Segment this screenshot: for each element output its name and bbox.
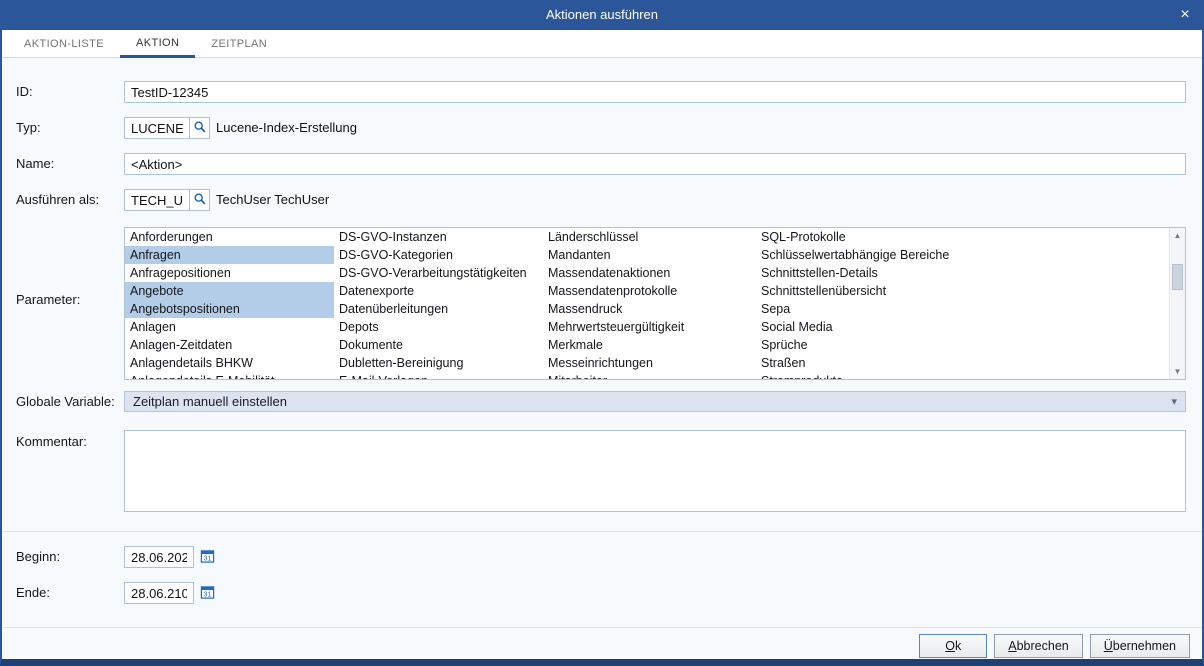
list-item[interactable]: Mandanten bbox=[543, 246, 756, 264]
list-item[interactable]: Dubletten-Bereinigung bbox=[334, 354, 543, 372]
list-item[interactable]: DS-GVO-Instanzen bbox=[334, 228, 543, 246]
list-item[interactable]: E-Mail-Vorlagen bbox=[334, 372, 543, 379]
divider bbox=[2, 627, 1202, 628]
list-item[interactable]: Anforderungen bbox=[125, 228, 334, 246]
svg-text:31: 31 bbox=[204, 591, 212, 598]
end-label: Ende: bbox=[16, 582, 50, 604]
scrollbar[interactable]: ▲ ▼ bbox=[1169, 228, 1185, 379]
run-as-lookup-button[interactable] bbox=[190, 189, 210, 211]
scrollbar-thumb[interactable] bbox=[1172, 264, 1183, 290]
list-item[interactable]: Schlüsselwertabhängige Bereiche bbox=[756, 246, 1169, 264]
run-as-description: TechUser TechUser bbox=[216, 189, 329, 211]
list-item[interactable]: Anlagendetails BHKW bbox=[125, 354, 334, 372]
calendar-icon: 31 bbox=[200, 549, 215, 567]
list-item[interactable]: Länderschlüssel bbox=[543, 228, 756, 246]
global-variable-label: Globale Variable: bbox=[16, 391, 115, 413]
list-item[interactable]: Mitarbeiter bbox=[543, 372, 756, 379]
list-item[interactable]: Merkmale bbox=[543, 336, 756, 354]
list-item[interactable]: Straßen bbox=[756, 354, 1169, 372]
magnifier-icon bbox=[193, 192, 207, 209]
name-label: Name: bbox=[16, 153, 54, 175]
tab-strip: AKTION-LISTE AKTION ZEITPLAN bbox=[2, 30, 1202, 58]
id-label: ID: bbox=[16, 81, 33, 103]
list-item[interactable]: Anlagen bbox=[125, 318, 334, 336]
run-as-label: Ausführen als: bbox=[16, 189, 99, 211]
cancel-button[interactable]: Abbrechen bbox=[994, 634, 1082, 658]
begin-calendar-button[interactable]: 31 bbox=[198, 548, 217, 567]
tab-aktion-liste[interactable]: AKTION-LISTE bbox=[8, 30, 120, 57]
list-item[interactable]: Massendatenaktionen bbox=[543, 264, 756, 282]
typ-description: Lucene-Index-Erstellung bbox=[216, 117, 357, 139]
parameter-list-columns: AnforderungenAnfragenAnfragepositionenAn… bbox=[125, 228, 1169, 379]
list-item[interactable]: DS-GVO-Kategorien bbox=[334, 246, 543, 264]
dialog-window: Aktionen ausführen × AKTION-LISTE AKTION… bbox=[0, 0, 1204, 666]
parameter-list-column: SQL-ProtokolleSchlüsselwertabhängige Ber… bbox=[756, 228, 1169, 379]
divider bbox=[2, 531, 1202, 532]
list-item[interactable]: Datenüberleitungen bbox=[334, 300, 543, 318]
ok-button[interactable]: Ok bbox=[919, 634, 987, 658]
calendar-icon: 31 bbox=[200, 585, 215, 603]
list-item[interactable]: Anfragen bbox=[125, 246, 334, 264]
list-item[interactable]: DS-GVO-Verarbeitungstätigkeiten bbox=[334, 264, 543, 282]
list-item[interactable]: Depots bbox=[334, 318, 543, 336]
list-item[interactable]: Stromprodukte bbox=[756, 372, 1169, 379]
tab-zeitplan[interactable]: ZEITPLAN bbox=[195, 30, 283, 57]
id-input[interactable] bbox=[124, 81, 1186, 103]
list-item[interactable]: Anlagen-Zeitdaten bbox=[125, 336, 334, 354]
parameter-label: Parameter: bbox=[16, 289, 80, 311]
list-item[interactable]: Angebotspositionen bbox=[125, 300, 334, 318]
scroll-down-button[interactable]: ▼ bbox=[1170, 364, 1185, 379]
list-item[interactable]: Sepa bbox=[756, 300, 1169, 318]
run-as-code-input[interactable] bbox=[124, 189, 190, 211]
close-icon: × bbox=[1180, 6, 1189, 24]
list-item[interactable]: Sprüche bbox=[756, 336, 1169, 354]
svg-text:31: 31 bbox=[204, 555, 212, 562]
typ-lookup-button[interactable] bbox=[190, 117, 210, 139]
button-bar: Ok Abbrechen Übernehmen bbox=[919, 634, 1190, 658]
window-title: Aktionen ausführen bbox=[0, 0, 1204, 30]
list-item[interactable]: Messeinrichtungen bbox=[543, 354, 756, 372]
title-bar: Aktionen ausführen × bbox=[0, 0, 1204, 30]
list-item[interactable]: Massendruck bbox=[543, 300, 756, 318]
chevron-down-icon: ▾ bbox=[1171, 395, 1177, 408]
list-item[interactable]: Schnittstellenübersicht bbox=[756, 282, 1169, 300]
list-item[interactable]: SQL-Protokolle bbox=[756, 228, 1169, 246]
list-item[interactable]: Angebote bbox=[125, 282, 334, 300]
tab-aktion[interactable]: AKTION bbox=[120, 30, 195, 58]
scroll-up-button[interactable]: ▲ bbox=[1170, 228, 1185, 243]
global-variable-value: Zeitplan manuell einstellen bbox=[133, 394, 287, 409]
list-item[interactable]: Anlagendetails E-Mobilität bbox=[125, 372, 334, 379]
list-item[interactable]: Massendatenprotokolle bbox=[543, 282, 756, 300]
typ-code-input[interactable] bbox=[124, 117, 190, 139]
list-item[interactable]: Dokumente bbox=[334, 336, 543, 354]
parameter-list-column: LänderschlüsselMandantenMassendatenaktio… bbox=[543, 228, 756, 379]
parameter-list-column: DS-GVO-InstanzenDS-GVO-KategorienDS-GVO-… bbox=[334, 228, 543, 379]
typ-label: Typ: bbox=[16, 117, 41, 139]
end-date-input[interactable] bbox=[124, 582, 194, 604]
list-item[interactable]: Mehrwertsteuergültigkeit bbox=[543, 318, 756, 336]
comment-textarea[interactable] bbox=[124, 430, 1186, 512]
apply-button[interactable]: Übernehmen bbox=[1090, 634, 1190, 658]
magnifier-icon bbox=[193, 120, 207, 137]
parameter-list: AnforderungenAnfragenAnfragepositionenAn… bbox=[124, 227, 1186, 380]
list-item[interactable]: Schnittstellen-Details bbox=[756, 264, 1169, 282]
list-item[interactable]: Anfragepositionen bbox=[125, 264, 334, 282]
list-item[interactable]: Social Media bbox=[756, 318, 1169, 336]
end-calendar-button[interactable]: 31 bbox=[198, 584, 217, 603]
parameter-list-column: AnforderungenAnfragenAnfragepositionenAn… bbox=[125, 228, 334, 379]
begin-label: Beginn: bbox=[16, 546, 60, 568]
global-variable-select[interactable]: Zeitplan manuell einstellen ▾ bbox=[124, 391, 1186, 412]
comment-label: Kommentar: bbox=[16, 431, 87, 453]
list-item[interactable]: Datenexporte bbox=[334, 282, 543, 300]
close-button[interactable]: × bbox=[1166, 0, 1204, 30]
name-input[interactable] bbox=[124, 153, 1186, 175]
begin-date-input[interactable] bbox=[124, 546, 194, 568]
